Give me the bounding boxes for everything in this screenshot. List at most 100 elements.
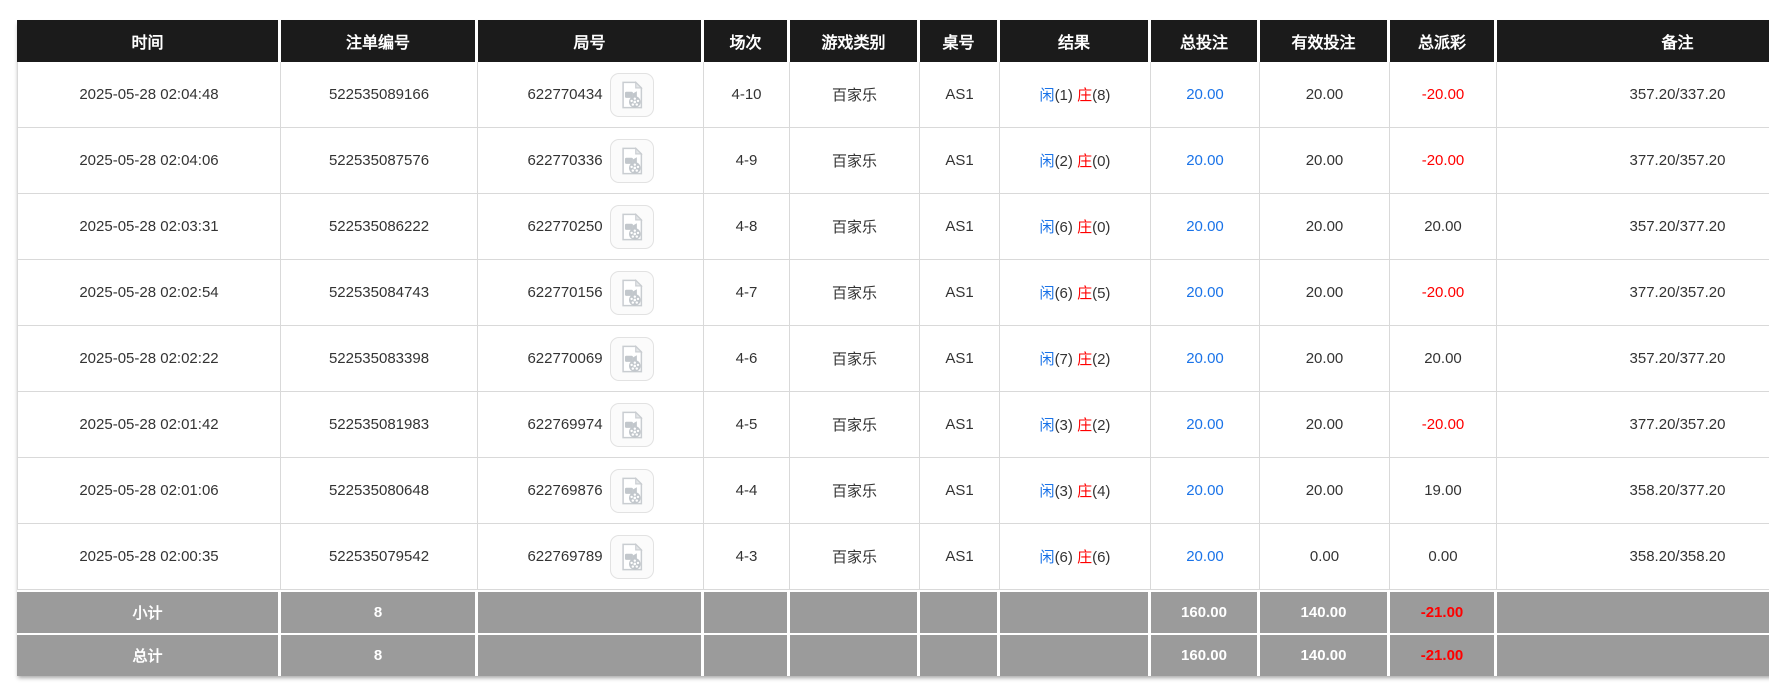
table-row: 2025-05-28 02:04:48522535089166622770434… [17,62,1769,128]
player-result-score: (6) [1055,285,1073,302]
cell-remark: 357.20/337.20 [1497,62,1769,128]
header-row: 时间 注单编号 局号 场次 游戏类别 桌号 结果 总投注 有效投注 总派彩 备注 [17,20,1769,62]
cell-table-number: AS1 [920,392,1000,458]
player-result-label: 闲 [1040,549,1055,566]
video-file-icon [617,80,647,110]
banker-result-score: (5) [1092,285,1110,302]
total-row-round-empty [478,633,704,676]
video-replay-button[interactable] [610,271,654,315]
round-cell-content: 622770156 [527,271,653,315]
player-result-label: 闲 [1040,153,1055,170]
table-row: 2025-05-28 02:01:06522535080648622769876… [17,458,1769,524]
subtotal-row-session-empty [704,590,790,633]
column-header-result: 结果 [1000,20,1151,62]
round-number-text: 622770434 [527,86,602,103]
column-header-total-bet: 总投注 [1151,20,1260,62]
total-row-table-empty [920,633,1000,676]
banker-result-score: (2) [1092,417,1110,434]
player-result-label: 闲 [1040,87,1055,104]
cell-game-type: 百家乐 [790,194,920,260]
player-result-label: 闲 [1040,219,1055,236]
video-replay-button[interactable] [610,535,654,579]
banker-result-score: (0) [1092,153,1110,170]
subtotal-row-valid-bet: 140.00 [1260,590,1390,633]
player-result-label: 闲 [1040,351,1055,368]
cell-total-payout: -20.00 [1390,392,1497,458]
column-header-game-type: 游戏类别 [790,20,920,62]
player-result-label: 闲 [1040,285,1055,302]
cell-remark: 377.20/357.20 [1497,260,1769,326]
banker-result-label: 庄 [1077,87,1092,104]
total-bet-amount[interactable]: 20.00 [1186,218,1224,235]
table-body: 2025-05-28 02:04:48522535089166622770434… [17,62,1769,676]
cell-total-payout: 0.00 [1390,524,1497,590]
cell-time: 2025-05-28 02:01:42 [17,392,281,458]
total-row-game-type-empty [790,633,920,676]
video-replay-button[interactable] [610,73,654,117]
cell-total-payout: -20.00 [1390,62,1497,128]
subtotal-row-label: 小计 [17,590,281,633]
total-bet-amount[interactable]: 20.00 [1186,350,1224,367]
cell-time: 2025-05-28 02:00:35 [17,524,281,590]
banker-result-score: (2) [1092,351,1110,368]
column-header-table-number: 桌号 [920,20,1000,62]
cell-table-number: AS1 [920,194,1000,260]
cell-table-number: AS1 [920,260,1000,326]
table-row: 2025-05-28 02:01:42522535081983 622769974… [17,392,1769,458]
subtotal-row-result-empty [1000,590,1151,633]
video-file-icon [617,476,647,506]
cell-valid-bet: 20.00 [1260,128,1390,194]
cell-valid-bet: 20.00 [1260,392,1390,458]
total-bet-amount[interactable]: 20.00 [1186,152,1224,169]
total-row: 总计8160.00140.00-21.00 [17,633,1769,676]
cell-remark: 377.20/357.20 [1497,392,1769,458]
cell-remark: 358.20/377.20 [1497,458,1769,524]
video-replay-button[interactable] [610,337,654,381]
round-number-text: 622769789 [527,548,602,565]
cell-time: 2025-05-28 02:02:54 [17,260,281,326]
cell-valid-bet: 20.00 [1260,62,1390,128]
total-bet-amount[interactable]: 20.00 [1186,482,1224,499]
cell-round-number: 622770156 [478,260,704,326]
column-header-remark: 备注 [1497,20,1769,62]
cell-total-payout: 20.00 [1390,326,1497,392]
cell-session: 4-10 [704,62,790,128]
total-row-count: 8 [281,633,478,676]
cell-total-bet: 20.00 [1151,194,1260,260]
player-result-score: (1) [1055,87,1073,104]
round-cell-content: 622770250 [527,205,653,249]
total-bet-amount[interactable]: 20.00 [1186,416,1224,433]
cell-bet-number: 522535083398 [281,326,478,392]
round-cell-content: 622770434 [527,73,653,117]
cell-time: 2025-05-28 02:01:06 [17,458,281,524]
cell-session: 4-6 [704,326,790,392]
cell-round-number: 622770250 [478,194,704,260]
cell-session: 4-5 [704,392,790,458]
cell-remark: 358.20/358.20 [1497,524,1769,590]
cell-bet-number: 522535081983 [281,392,478,458]
table-row: 2025-05-28 02:00:35522535079542622769789… [17,524,1769,590]
video-replay-button[interactable] [610,139,654,183]
total-bet-amount[interactable]: 20.00 [1186,548,1224,565]
table-row: 2025-05-28 02:04:06522535087576622770336… [17,128,1769,194]
cell-game-type: 百家乐 [790,524,920,590]
video-replay-button[interactable] [610,469,654,513]
subtotal-row-count: 8 [281,590,478,633]
cell-total-bet: 20.00 [1151,458,1260,524]
total-row-result-empty [1000,633,1151,676]
subtotal-row-game-type-empty [790,590,920,633]
round-cell-content: 622769974 [527,403,653,447]
column-header-total-payout: 总派彩 [1390,20,1497,62]
cell-game-type: 百家乐 [790,458,920,524]
banker-result-label: 庄 [1077,153,1092,170]
total-bet-amount[interactable]: 20.00 [1186,284,1224,301]
total-bet-amount[interactable]: 20.00 [1186,86,1224,103]
video-replay-button[interactable] [610,403,654,447]
cell-game-type: 百家乐 [790,62,920,128]
cell-table-number: AS1 [920,326,1000,392]
video-replay-button[interactable] [610,205,654,249]
cell-remark: 357.20/377.20 [1497,326,1769,392]
video-file-icon [617,278,647,308]
cell-total-payout: -20.00 [1390,128,1497,194]
video-file-icon [617,146,647,176]
